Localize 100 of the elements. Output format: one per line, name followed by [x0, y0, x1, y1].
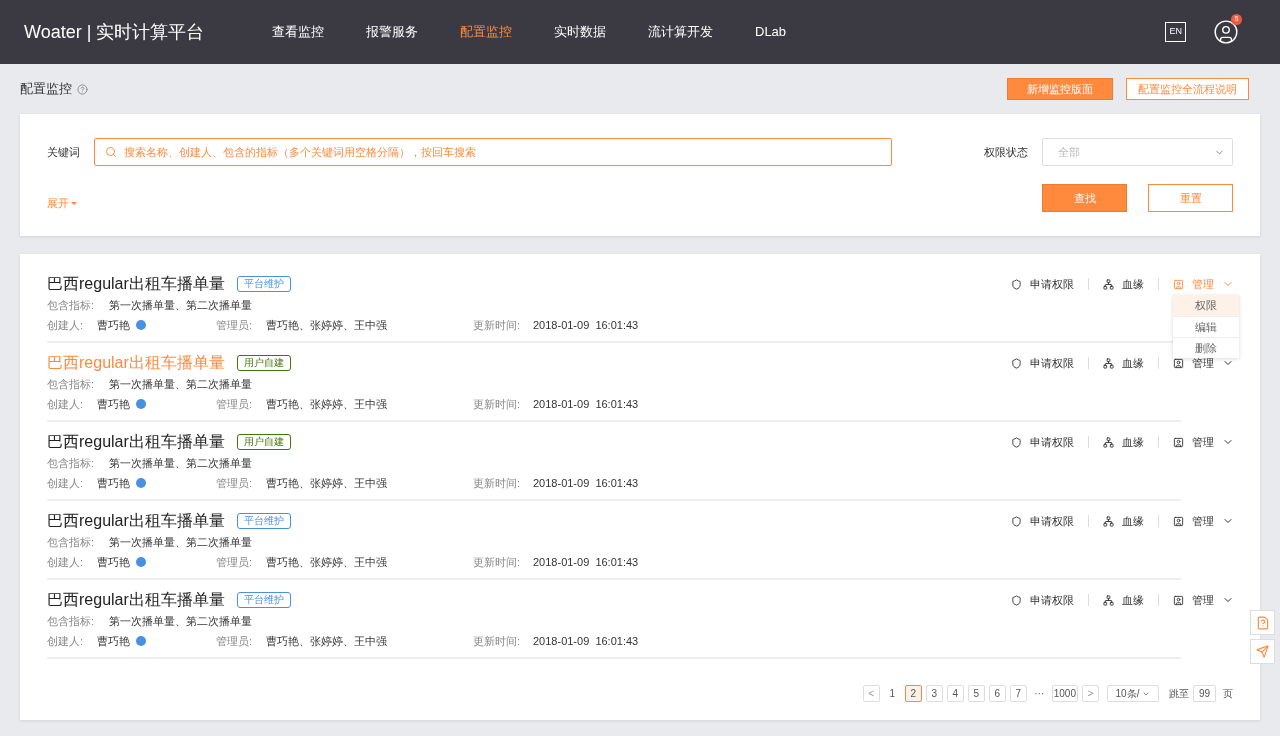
shield-icon	[1011, 436, 1022, 448]
field-label: 更新时间:	[473, 634, 522, 648]
monitor-title[interactable]: 巴西regular出租车播单量	[47, 430, 225, 454]
keyword-label: 关键词	[47, 144, 81, 160]
field-value: 曹巧艳、张婷婷、王中强	[266, 476, 388, 490]
monitor-title[interactable]: 巴西regular出租车播单量	[47, 272, 225, 296]
page-button[interactable]: 3	[925, 685, 943, 702]
user-icon	[1173, 436, 1184, 448]
page-button[interactable]: 1000	[1051, 685, 1078, 702]
tag: 用户自建	[236, 355, 291, 371]
apply-permission-button[interactable]: 申请权限	[1011, 354, 1074, 372]
page-button[interactable]: 2	[904, 685, 922, 702]
page-button[interactable]: 4	[946, 685, 964, 702]
caret-icon	[71, 201, 77, 205]
field-label: 包含指标:	[47, 456, 96, 470]
feedback-button[interactable]	[1250, 639, 1275, 664]
tag: 平台维护	[236, 276, 291, 292]
manage-button[interactable]: 管理	[1173, 433, 1234, 451]
lineage-button[interactable]: 血缘	[1103, 433, 1144, 451]
user-icon	[1173, 357, 1184, 369]
field-label: 包含指标:	[47, 535, 96, 549]
field-label: 包含指标:	[47, 614, 96, 628]
avatar-icon[interactable]	[1213, 19, 1239, 45]
jump-label: 跳至	[1169, 687, 1189, 701]
field-label: 更新时间:	[473, 555, 522, 569]
lineage-button[interactable]: 血缘	[1103, 512, 1144, 530]
field-value: 2018-01-09 16:01:43	[533, 476, 639, 490]
field-label: 包含指标:	[47, 377, 96, 391]
help-icon[interactable]	[77, 83, 88, 95]
field-value: 曹巧艳	[97, 555, 130, 569]
network-icon	[1103, 357, 1114, 369]
nav-tab[interactable]: 配置监控	[460, 22, 512, 42]
lineage-button[interactable]: 血缘	[1103, 354, 1144, 372]
page-size-select[interactable]: 10条/	[1107, 685, 1159, 702]
field-value: 2018-01-09 16:01:43	[533, 634, 639, 648]
user-icon	[1173, 515, 1184, 527]
manage-button[interactable]: 管理	[1173, 591, 1234, 609]
lineage-button[interactable]: 血缘	[1103, 591, 1144, 609]
nav-tab[interactable]: 报警服务	[366, 22, 418, 42]
apply-permission-button[interactable]: 申请权限	[1011, 591, 1074, 609]
help-doc-button[interactable]	[1250, 610, 1275, 635]
keyword-field[interactable]: 搜索名称、创建人、包含的指标（多个关键词用空格分隔），按回车搜索	[94, 138, 892, 166]
field-label: 管理员:	[216, 634, 254, 648]
network-icon	[1103, 594, 1114, 606]
status-label: 权限状态	[984, 144, 1028, 160]
apply-permission-button[interactable]: 申请权限	[1011, 433, 1074, 451]
field-label: 创建人:	[47, 555, 85, 569]
apply-permission-button[interactable]: 申请权限	[1011, 512, 1074, 530]
page-unit-label: 页	[1223, 687, 1233, 701]
page-button[interactable]: ···	[1030, 685, 1048, 702]
badge-icon	[136, 320, 146, 330]
field-value: 曹巧艳	[97, 476, 130, 490]
jump-field[interactable]: 99	[1193, 685, 1216, 702]
logo[interactable]: Woater | 实时计算平台	[24, 18, 272, 46]
field-value: 曹巧艳	[97, 634, 130, 648]
network-icon	[1103, 515, 1114, 527]
apply-permission-button[interactable]: 申请权限	[1011, 275, 1074, 293]
badge-icon	[136, 399, 146, 409]
field-label: 创建人:	[47, 634, 85, 648]
search-icon	[105, 146, 117, 158]
nav-tab[interactable]: DLab	[755, 22, 787, 42]
field-value: 曹巧艳、张婷婷、王中强	[266, 634, 388, 648]
field-label: 更新时间:	[473, 318, 522, 332]
language-button[interactable]: EN	[1165, 22, 1186, 42]
field-label: 创建人:	[47, 318, 85, 332]
document-question-icon	[1255, 615, 1270, 630]
menu-item[interactable]: 删除	[1173, 337, 1239, 358]
field-value: 第一次播单量、第二次播单量	[109, 456, 252, 470]
page-title: 配置监控	[20, 80, 72, 99]
page-button[interactable]: 7	[1009, 685, 1027, 702]
tag: 用户自建	[236, 434, 291, 450]
field-value: 2018-01-09 16:01:43	[533, 397, 639, 411]
field-value: 2018-01-09 16:01:43	[533, 318, 639, 332]
monitor-title[interactable]: 巴西regular出租车播单量	[47, 588, 225, 612]
field-label: 包含指标:	[47, 298, 96, 312]
field-value: 曹巧艳、张婷婷、王中强	[266, 397, 388, 411]
lineage-button[interactable]: 血缘	[1103, 275, 1144, 293]
page-button[interactable]: 5	[967, 685, 985, 702]
shield-icon	[1011, 515, 1022, 527]
menu-item[interactable]: 权限	[1173, 295, 1239, 316]
network-icon	[1103, 278, 1114, 290]
badge-icon	[136, 636, 146, 646]
field-value: 曹巧艳	[97, 397, 130, 411]
nav-tab[interactable]: 流计算开发	[648, 22, 713, 42]
field-value: 曹巧艳、张婷婷、王中强	[266, 555, 388, 569]
paper-plane-icon	[1256, 645, 1269, 658]
tag: 平台维护	[236, 513, 291, 529]
shield-icon	[1011, 594, 1022, 606]
field-label: 更新时间:	[473, 476, 522, 490]
shield-icon	[1011, 278, 1022, 290]
page-button[interactable]: 6	[988, 685, 1006, 702]
nav-tab[interactable]: 查看监控	[272, 22, 324, 42]
field-label: 管理员:	[216, 476, 254, 490]
field-value: 2018-01-09 16:01:43	[533, 555, 639, 569]
menu-item[interactable]: 编辑	[1173, 316, 1239, 337]
monitor-title[interactable]: 巴西regular出租车播单量	[47, 509, 225, 533]
manage-button[interactable]: 管理	[1173, 512, 1234, 530]
nav-tab[interactable]: 实时数据	[554, 22, 606, 42]
page-button[interactable]: 1	[883, 685, 901, 702]
badge-icon	[136, 478, 146, 488]
